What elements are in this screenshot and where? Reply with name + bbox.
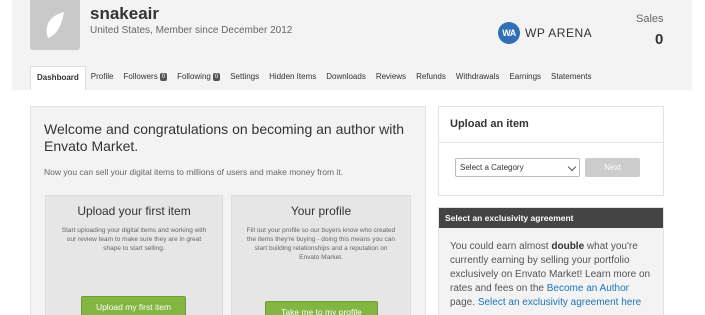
tab-label: Withdrawals bbox=[455, 72, 500, 81]
brand-name: WP ARENA bbox=[525, 26, 593, 40]
exclusivity-panel: Select an exclusivity agreement You coul… bbox=[438, 207, 664, 315]
upload-first-item-button[interactable]: Upload my first item bbox=[81, 296, 186, 315]
tab-label: Profile bbox=[90, 72, 114, 81]
tab-label: Following bbox=[177, 72, 211, 81]
card-title: Upload your first item bbox=[77, 204, 191, 218]
tab-label: Followers bbox=[123, 72, 158, 81]
tab-label: Reviews bbox=[375, 72, 407, 81]
exclusivity-text: You could earn almost double what you're… bbox=[439, 228, 663, 310]
select-exclusivity-link[interactable]: Select an exclusivity agreement here bbox=[478, 297, 641, 308]
your-profile-card: Your profile Fill out your profile so ou… bbox=[231, 195, 411, 315]
take-me-to-profile-button[interactable]: Take me to my profile bbox=[265, 301, 378, 315]
tab-earnings[interactable]: Earnings bbox=[504, 72, 546, 90]
tab-label: Dashboard bbox=[37, 73, 79, 82]
welcome-subtitle: Now you can sell your digital items to m… bbox=[44, 167, 344, 177]
card-title: Your profile bbox=[290, 204, 352, 218]
tab-statements[interactable]: Statements bbox=[546, 72, 596, 90]
become-author-link[interactable]: Become an Author bbox=[547, 283, 629, 294]
sales-label: Sales bbox=[636, 13, 664, 25]
tab-followers[interactable]: Followers 0 bbox=[118, 72, 172, 90]
brand-logo-icon: WA bbox=[498, 22, 520, 44]
leaf-icon bbox=[46, 12, 64, 38]
tab-label: Downloads bbox=[326, 72, 366, 81]
avatar[interactable] bbox=[30, 0, 80, 50]
card-text: Fill out your profile so our buyers know… bbox=[246, 227, 396, 261]
tab-bar: Dashboard Profile Followers 0 Following 0 … bbox=[30, 66, 596, 90]
brand-logo: WA WP ARENA bbox=[498, 22, 592, 44]
tab-label: Statements bbox=[551, 72, 592, 81]
card-text: Start uploading your digital items and w… bbox=[61, 227, 207, 252]
chevron-down-icon bbox=[567, 162, 577, 172]
text-fragment: You could earn almost bbox=[450, 241, 552, 252]
text-fragment: page. bbox=[450, 297, 478, 308]
tab-withdrawals[interactable]: Withdrawals bbox=[451, 72, 505, 90]
following-count-badge: 0 bbox=[212, 72, 221, 81]
exclusivity-header: Select an exclusivity agreement bbox=[439, 208, 663, 228]
upload-item-title: Upload an item bbox=[450, 118, 529, 130]
tab-hidden-items[interactable]: Hidden Items bbox=[264, 72, 321, 90]
tab-label: Refunds bbox=[416, 72, 446, 81]
tab-profile[interactable]: Profile bbox=[86, 72, 119, 90]
tab-label: Earnings bbox=[509, 72, 542, 81]
sales-count: 0 bbox=[655, 31, 664, 48]
next-button[interactable]: Next bbox=[585, 158, 640, 177]
username: snakeair bbox=[90, 4, 159, 23]
tab-following[interactable]: Following 0 bbox=[172, 72, 225, 90]
tab-downloads[interactable]: Downloads bbox=[321, 72, 371, 90]
followers-count-badge: 0 bbox=[159, 72, 168, 81]
tab-settings[interactable]: Settings bbox=[225, 72, 264, 90]
emphasis-text: double bbox=[551, 241, 585, 252]
tab-label: Settings bbox=[230, 72, 260, 81]
divider bbox=[439, 142, 663, 143]
tab-refunds[interactable]: Refunds bbox=[411, 72, 451, 90]
category-select[interactable]: Select a Category bbox=[455, 158, 580, 177]
tab-dashboard[interactable]: Dashboard bbox=[30, 66, 86, 90]
category-select-value: Select a Category bbox=[460, 163, 524, 172]
tab-label: Hidden Items bbox=[269, 72, 317, 81]
welcome-panel: Welcome and congratulations on becoming … bbox=[30, 106, 426, 315]
upload-item-panel: Upload an item Select a Category Next bbox=[438, 106, 664, 196]
upload-first-item-card: Upload your first item Start uploading y… bbox=[45, 195, 223, 315]
member-info: United States, Member since December 201… bbox=[90, 25, 293, 36]
welcome-title: Welcome and congratulations on becoming … bbox=[44, 121, 405, 154]
tab-reviews[interactable]: Reviews bbox=[371, 72, 411, 90]
